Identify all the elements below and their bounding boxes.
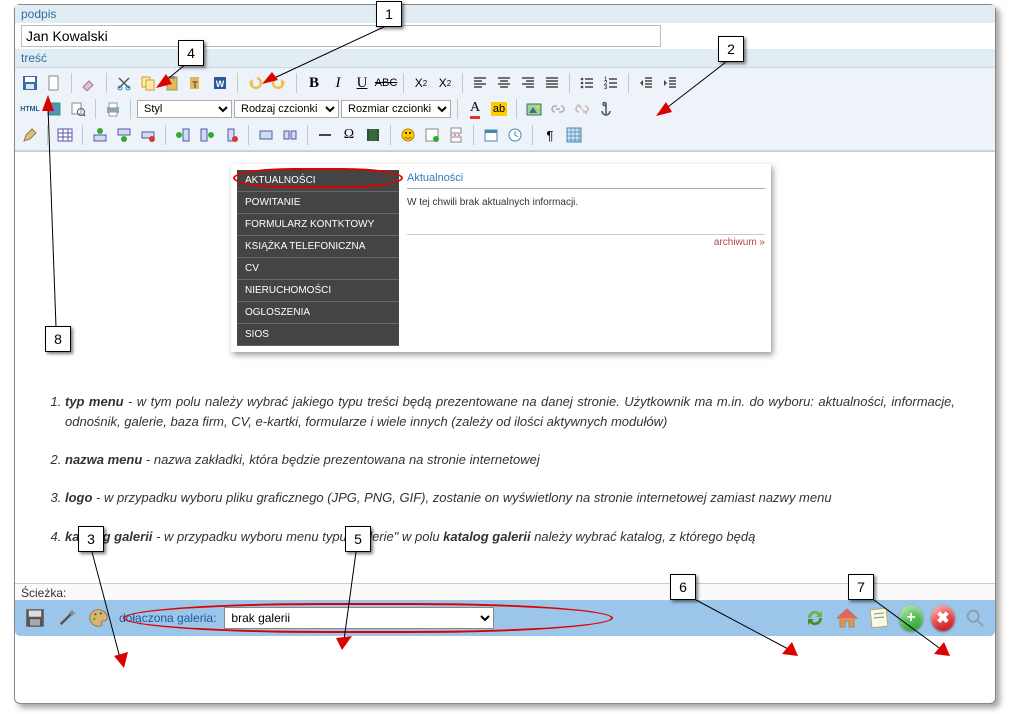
emoji-icon[interactable]	[397, 124, 419, 146]
save-page-icon[interactable]	[23, 606, 47, 630]
bottom-toolbar: dołączona galeria: brak galerii + ✖	[15, 600, 995, 636]
style-select[interactable]: Styl	[137, 100, 232, 118]
callout-6: 6	[670, 574, 696, 600]
align-center-icon[interactable]	[493, 72, 515, 94]
help-item-2: nazwa menu - nazwa zakładki, która będzi…	[65, 450, 955, 470]
edit-icon[interactable]	[19, 124, 41, 146]
preview-header: Aktualności	[407, 170, 765, 189]
preview-menu-item: OGLOSZENIA	[237, 302, 399, 324]
template-icon[interactable]	[421, 124, 443, 146]
callout-8: 8	[45, 326, 71, 352]
html-button[interactable]: HTML	[19, 98, 41, 120]
merge-cells-icon[interactable]	[255, 124, 277, 146]
preview-menu-item: SIOS	[237, 324, 399, 346]
forecolor-button[interactable]: A	[464, 98, 486, 120]
callout-5: 5	[345, 526, 371, 552]
superscript-button[interactable]: X2	[434, 72, 456, 94]
preview-archive-link: archiwum »	[407, 235, 765, 248]
row-delete-icon[interactable]	[137, 124, 159, 146]
subscript-button[interactable]: X2	[410, 72, 432, 94]
help-item-1: typ menu - w tym polu należy wybrać jaki…	[65, 392, 955, 432]
preview-menu-item: KSIĄŻKA TELEFONICZNA	[237, 236, 399, 258]
pagebreak-icon[interactable]	[445, 124, 467, 146]
preview-menu-item: CV	[237, 258, 399, 280]
row-after-icon[interactable]	[113, 124, 135, 146]
home-icon[interactable]	[835, 606, 859, 630]
col-before-icon[interactable]	[172, 124, 194, 146]
svg-text:3: 3	[604, 85, 608, 91]
special-char-icon[interactable]: Ω	[338, 124, 360, 146]
grid-icon[interactable]	[563, 124, 585, 146]
callout-4: 4	[178, 40, 204, 66]
ul-icon[interactable]	[576, 72, 598, 94]
preview-icon[interactable]	[67, 98, 89, 120]
anchor-icon[interactable]	[595, 98, 617, 120]
podpis-label: podpis	[15, 5, 995, 23]
align-right-icon[interactable]	[517, 72, 539, 94]
font-size-select[interactable]: Rozmiar czcionki	[341, 100, 451, 118]
eraser-icon[interactable]	[78, 72, 100, 94]
link-icon[interactable]	[547, 98, 569, 120]
paste-word-icon[interactable]: W	[209, 72, 231, 94]
newdoc-icon[interactable]	[43, 72, 65, 94]
callout-7: 7	[848, 574, 874, 600]
save-icon[interactable]	[19, 72, 41, 94]
search-icon[interactable]	[963, 606, 987, 630]
highlight-circle-gallery	[123, 603, 613, 633]
align-justify-icon[interactable]	[541, 72, 563, 94]
callout-3: 3	[78, 526, 104, 552]
col-after-icon[interactable]	[196, 124, 218, 146]
unlink-icon[interactable]	[571, 98, 593, 120]
help-item-3: logo - w przypadku wyboru pliku graficzn…	[65, 488, 955, 508]
preview-screenshot: AKTUALNOŚCI POWITANIE FORMULARZ KONTKTOW…	[231, 164, 771, 352]
font-family-select[interactable]: Rodzaj czcionki	[234, 100, 339, 118]
split-cells-icon[interactable]	[279, 124, 301, 146]
refresh-icon[interactable]	[803, 606, 827, 630]
media-icon[interactable]	[362, 124, 384, 146]
svg-text:W: W	[216, 79, 225, 89]
callout-1: 1	[376, 1, 402, 27]
preview-body-text: W tej chwili brak aktualnych informacji.	[407, 189, 765, 235]
preview-menu-item: FORMULARZ KONTKTOWY	[237, 214, 399, 236]
help-item-4: katalog galerii - w przypadku wyboru men…	[65, 527, 955, 547]
print-icon[interactable]	[102, 98, 124, 120]
time-icon[interactable]	[504, 124, 526, 146]
col-delete-icon[interactable]	[220, 124, 242, 146]
hr-icon[interactable]	[314, 124, 336, 146]
ol-icon[interactable]: 123	[600, 72, 622, 94]
backcolor-button[interactable]: ab	[488, 98, 510, 120]
callout-2: 2	[718, 36, 744, 62]
editor-body[interactable]: AKTUALNOŚCI POWITANIE FORMULARZ KONTKTOW…	[15, 151, 995, 583]
cut-icon[interactable]	[113, 72, 135, 94]
row-before-icon[interactable]	[89, 124, 111, 146]
date-icon[interactable]	[480, 124, 502, 146]
magic-wand-icon[interactable]	[55, 606, 79, 630]
preview-menu-item: POWITANIE	[237, 192, 399, 214]
highlight-circle-menu	[233, 168, 403, 188]
image-icon[interactable]	[523, 98, 545, 120]
align-left-icon[interactable]	[469, 72, 491, 94]
preview-menu-item: NIERUCHOMOŚCI	[237, 280, 399, 302]
show-blocks-icon[interactable]: ¶	[539, 124, 561, 146]
